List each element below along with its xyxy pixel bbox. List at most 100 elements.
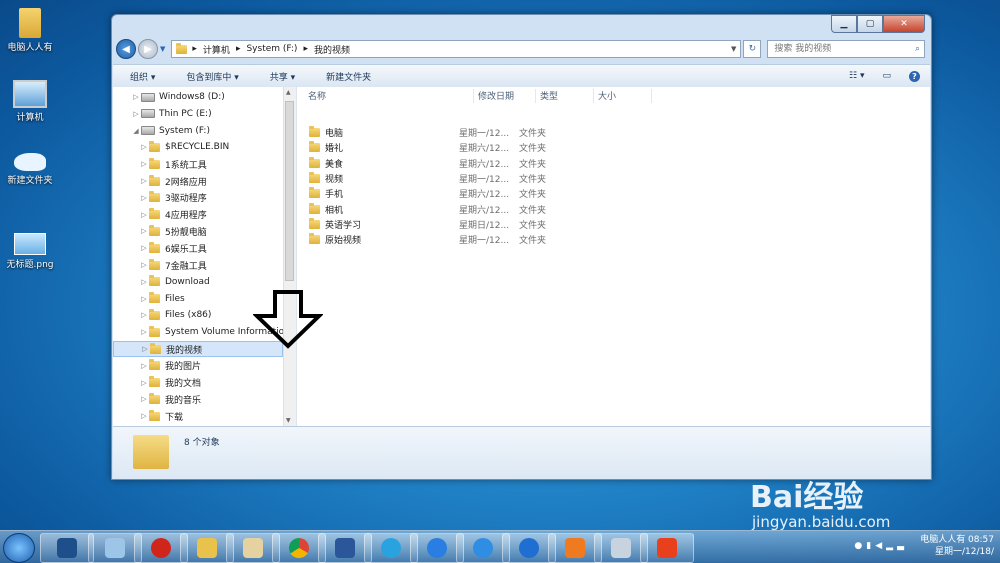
- desktop-icon-user[interactable]: 电脑人人有: [0, 8, 60, 53]
- preview-pane-icon[interactable]: ▭: [882, 71, 891, 81]
- maximize-button[interactable]: ▢: [857, 15, 883, 33]
- nav-tree-item[interactable]: ▷ 3驱动程序: [113, 190, 295, 206]
- nav-tree-item[interactable]: ▷ Thin PC (E:): [113, 106, 295, 122]
- taskbar-show-desktop[interactable]: [40, 533, 94, 563]
- scroll-thumb[interactable]: [285, 101, 294, 281]
- folder-large-icon: [133, 435, 169, 469]
- volume-icon[interactable]: ◀: [875, 541, 886, 551]
- collapsed-arrow-icon[interactable]: ▷: [139, 362, 149, 370]
- file-row[interactable]: 视频 星期一/12... 文件夹: [309, 171, 579, 186]
- address-bar[interactable]: ▸ 计算机 ▸ System (F:) ▸ 我的视频 ▼: [171, 40, 742, 58]
- column-header-name[interactable]: 名称: [304, 89, 474, 103]
- desktop-icon-image[interactable]: 无标题.png: [0, 233, 60, 270]
- collapsed-arrow-icon[interactable]: ▷: [139, 295, 149, 303]
- collapsed-arrow-icon[interactable]: ▷: [139, 177, 149, 185]
- column-header-date[interactable]: 修改日期: [474, 89, 536, 103]
- scroll-up-icon[interactable]: ▲: [286, 89, 291, 96]
- desktop-icon-computer[interactable]: 计算机: [0, 80, 60, 123]
- collapsed-arrow-icon[interactable]: ▷: [139, 143, 149, 151]
- breadcrumb-drive[interactable]: System (F:): [246, 44, 297, 54]
- collapsed-arrow-icon[interactable]: ▷: [139, 412, 149, 420]
- collapsed-arrow-icon[interactable]: ▷: [131, 93, 141, 101]
- nav-tree-item[interactable]: ◢ System (F:): [113, 123, 295, 139]
- search-box[interactable]: ⌕: [767, 40, 925, 58]
- system-tray[interactable]: ●▮◀▂▃: [854, 541, 908, 551]
- include-library-menu[interactable]: 包含到库中 ▾: [169, 70, 252, 83]
- collapsed-arrow-icon[interactable]: ▷: [131, 110, 141, 118]
- address-dropdown-icon[interactable]: ▼: [731, 45, 736, 53]
- file-name: 原始视频: [325, 236, 362, 247]
- expanded-arrow-icon[interactable]: ◢: [131, 127, 141, 135]
- history-dropdown-icon[interactable]: ▼: [160, 45, 165, 53]
- signal-icon[interactable]: ▂▃: [886, 541, 908, 551]
- collapsed-arrow-icon[interactable]: ▷: [139, 278, 149, 286]
- collapsed-arrow-icon[interactable]: ▷: [139, 227, 149, 235]
- taskbar-sogou-input[interactable]: [640, 533, 694, 563]
- nav-tree-item[interactable]: ▷ 我的音乐: [113, 391, 295, 407]
- nav-tree-item[interactable]: ▷ 4应用程序: [113, 207, 295, 223]
- file-name: 婚礼: [325, 144, 344, 155]
- file-row[interactable]: 美食 星期六/12... 文件夹: [309, 156, 579, 171]
- minimize-button[interactable]: ▁: [831, 15, 857, 33]
- search-icon[interactable]: ⌕: [915, 44, 920, 54]
- nav-tree-item[interactable]: ▷ Windows8 (D:): [113, 89, 295, 105]
- collapsed-arrow-icon[interactable]: ▷: [139, 211, 149, 219]
- collapsed-arrow-icon[interactable]: ▷: [139, 311, 149, 319]
- qq-icon[interactable]: ●: [854, 541, 866, 551]
- start-button[interactable]: [3, 533, 35, 563]
- nav-tree-item[interactable]: ▷ 5扮靓电脑: [113, 223, 295, 239]
- file-row[interactable]: 相机 星期六/12... 文件夹: [309, 202, 579, 217]
- file-row[interactable]: 婚礼 星期六/12... 文件夹: [309, 140, 579, 155]
- breadcrumb-current[interactable]: 我的视频: [314, 43, 350, 56]
- nav-scrollbar[interactable]: ▲ ▼: [283, 87, 296, 426]
- organize-menu[interactable]: 组织 ▾: [113, 70, 169, 83]
- collapsed-arrow-icon[interactable]: ▷: [139, 160, 149, 168]
- collapsed-arrow-icon[interactable]: ▷: [139, 379, 149, 387]
- file-name-cell: 相机: [309, 202, 459, 216]
- tiger-icon: [14, 153, 46, 171]
- scroll-down-icon[interactable]: ▼: [286, 417, 291, 424]
- clock[interactable]: 电脑人人有 08:57 星期一/12/18/: [920, 534, 994, 558]
- folder-icon: [309, 202, 320, 214]
- file-row[interactable]: 电脑 星期一/12... 文件夹: [309, 125, 579, 140]
- share-menu[interactable]: 共享 ▾: [253, 70, 309, 83]
- refresh-button[interactable]: ↻: [743, 40, 762, 58]
- column-header-size[interactable]: 大小: [594, 89, 652, 103]
- nav-tree-item[interactable]: ▷ 6娱乐工具: [113, 240, 295, 256]
- down-arrow-annotation: [253, 290, 323, 349]
- nav-tree-item[interactable]: ▷ 下载: [113, 408, 295, 424]
- nav-tree-item[interactable]: ▷ 我的图片: [113, 358, 295, 374]
- back-button[interactable]: ◀: [116, 39, 136, 59]
- nav-tree-item[interactable]: ▷ 1系统工具: [113, 156, 295, 172]
- nav-tree-label: Windows8 (D:): [159, 92, 225, 102]
- nav-tree-item[interactable]: ▷ $RECYCLE.BIN: [113, 139, 295, 155]
- breadcrumb-separator-icon[interactable]: ▸: [236, 44, 241, 54]
- collapsed-arrow-icon[interactable]: ▷: [139, 395, 149, 403]
- forward-button[interactable]: ▶: [138, 39, 158, 59]
- nav-tree-item[interactable]: ▷ Download: [113, 274, 295, 290]
- nav-tree-item[interactable]: ▷ 7金融工具: [113, 257, 295, 273]
- collapsed-arrow-icon[interactable]: ▷: [139, 261, 149, 269]
- nav-tree-item[interactable]: ▷ 我的文档: [113, 375, 295, 391]
- file-row[interactable]: 原始视频 星期一/12... 文件夹: [309, 232, 579, 247]
- collapsed-arrow-icon[interactable]: ▷: [139, 194, 149, 202]
- close-button[interactable]: ✕: [883, 15, 925, 33]
- desktop-icon-new-folder[interactable]: 新建文件夹: [0, 153, 60, 186]
- collapsed-arrow-icon[interactable]: ▷: [139, 244, 149, 252]
- nav-tree-item[interactable]: ▷ 2网络应用: [113, 173, 295, 189]
- collapsed-arrow-icon[interactable]: ▷: [139, 328, 149, 336]
- file-row[interactable]: 英语学习 星期日/12... 文件夹: [309, 217, 579, 232]
- breadcrumb-computer[interactable]: 计算机: [203, 43, 230, 56]
- column-header-type[interactable]: 类型: [536, 89, 594, 103]
- breadcrumb-separator-icon[interactable]: ▸: [192, 44, 197, 54]
- network-icon[interactable]: ▮: [866, 541, 875, 551]
- folder-icon: [309, 141, 320, 153]
- collapsed-arrow-icon[interactable]: ▷: [140, 345, 150, 353]
- file-row[interactable]: 手机 星期六/12... 文件夹: [309, 186, 579, 201]
- desktop-icon-label: 计算机: [16, 113, 44, 123]
- breadcrumb-separator-icon[interactable]: ▸: [303, 44, 308, 54]
- new-folder-button[interactable]: 新建文件夹: [309, 70, 385, 83]
- search-input[interactable]: [772, 43, 915, 55]
- help-icon[interactable]: ?: [909, 70, 920, 82]
- view-options-icon[interactable]: ☷ ▾: [849, 71, 864, 81]
